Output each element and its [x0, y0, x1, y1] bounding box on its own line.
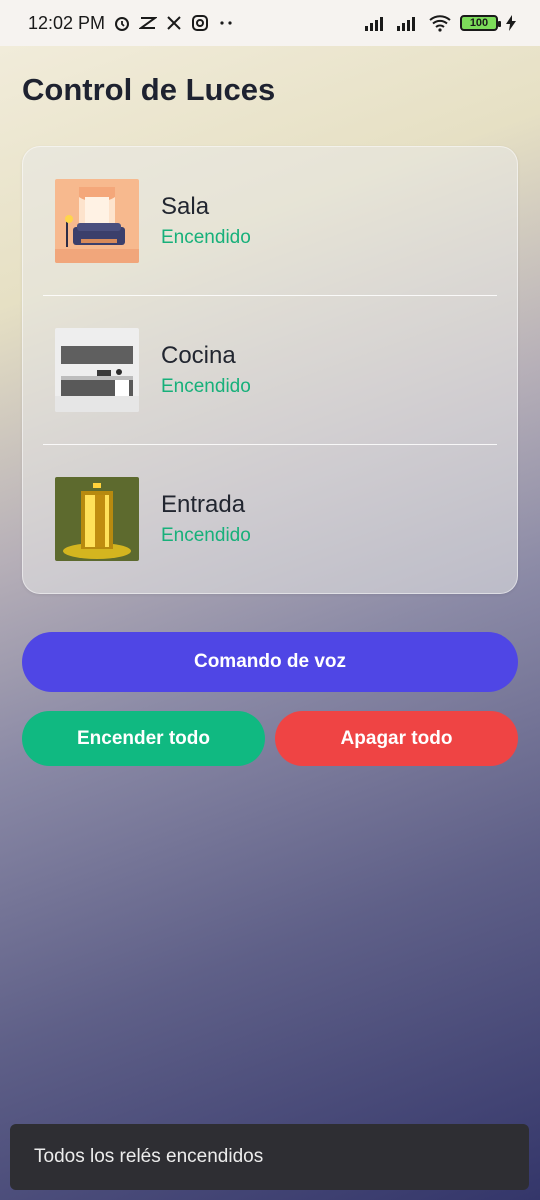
- wifi-icon: [429, 15, 451, 32]
- battery-icon: 100: [460, 15, 501, 31]
- charging-icon: [506, 15, 516, 31]
- voice-command-button[interactable]: Comando de voz: [22, 632, 518, 692]
- room-name: Sala: [161, 193, 210, 220]
- room-name: Cocina: [161, 342, 236, 369]
- room-state: Encendido: [161, 376, 251, 397]
- room-state: Encendido: [161, 227, 251, 248]
- living-room-image: [55, 179, 139, 263]
- all-off-button[interactable]: Apagar todo: [275, 711, 518, 766]
- x-icon: [167, 16, 181, 30]
- battery-level: 100: [469, 17, 489, 29]
- instagram-icon: [192, 15, 209, 31]
- room-name: Entrada: [161, 491, 246, 518]
- kitchen-image: [55, 328, 139, 412]
- room-row-cocina[interactable]: Cocina Encendido: [23, 296, 517, 444]
- signal-icon: [365, 17, 383, 31]
- more-dots-icon: [220, 21, 232, 25]
- status-time: 12:02 PM: [28, 12, 106, 33]
- signal-icon: [397, 17, 415, 31]
- status-bar: 12:02 PM 100: [0, 0, 540, 46]
- room-row-sala[interactable]: Sala Encendido: [23, 147, 517, 295]
- rooms-card: Sala Encendido Cocina Encendido Entrada …: [22, 146, 518, 594]
- entrance-door-image: [55, 477, 139, 561]
- room-state: Encendido: [161, 525, 251, 546]
- all-on-button[interactable]: Encender todo: [22, 711, 265, 766]
- snackbar: Todos los relés encendidos: [10, 1124, 529, 1190]
- room-row-entrada[interactable]: Entrada Encendido: [23, 445, 517, 593]
- capcut-icon: [139, 17, 158, 29]
- page-title: Control de Luces: [22, 72, 276, 107]
- snackbar-message: Todos los relés encendidos: [34, 1146, 264, 1167]
- alarm-icon: [115, 17, 130, 31]
